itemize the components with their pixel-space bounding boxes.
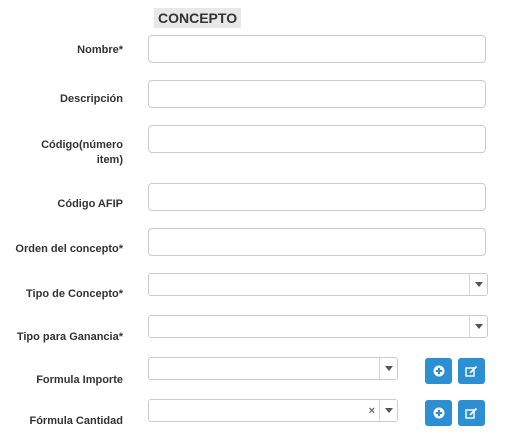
formula-cantidad-select[interactable]: × — [148, 399, 398, 422]
tipo-concepto-label: Tipo de Concepto* — [26, 288, 123, 300]
codigo-afip-input[interactable] — [148, 183, 486, 211]
orden-label: Orden del concepto* — [15, 243, 123, 255]
chevron-down-icon[interactable] — [469, 274, 487, 295]
chevron-down-icon[interactable] — [469, 316, 487, 337]
edit-icon — [465, 365, 478, 377]
tipo-ganancia-select[interactable] — [148, 315, 488, 338]
chevron-down-icon[interactable] — [379, 358, 397, 379]
codigo-afip-label: Código AFIP — [57, 198, 123, 210]
edit-icon — [465, 407, 478, 419]
edit-formula-importe-button[interactable] — [458, 358, 485, 384]
descripcion-label: Descripción — [60, 93, 123, 105]
nombre-input[interactable] — [148, 35, 486, 63]
formula-importe-label: Formula Importe — [36, 374, 123, 386]
formula-cantidad-label: Fórmula Cantidad — [29, 415, 123, 427]
plus-circle-icon — [433, 365, 444, 377]
descripcion-input[interactable] — [148, 80, 486, 108]
chevron-down-icon[interactable] — [379, 400, 397, 421]
formula-importe-select[interactable] — [148, 357, 398, 380]
add-formula-importe-button[interactable] — [425, 358, 452, 384]
orden-input[interactable] — [148, 228, 486, 256]
tipo-concepto-select[interactable] — [148, 273, 488, 296]
add-formula-cantidad-button[interactable] — [425, 400, 452, 426]
form-title: CONCEPTO — [154, 8, 242, 28]
edit-formula-cantidad-button[interactable] — [458, 400, 485, 426]
tipo-ganancia-label: Tipo para Ganancia* — [16, 331, 123, 343]
clear-icon[interactable]: × — [369, 400, 375, 421]
plus-circle-icon — [433, 407, 444, 419]
nombre-label: Nombre* — [77, 44, 123, 56]
codigo-label-line1: Código(número — [41, 139, 123, 151]
codigo-label: Código(número item) — [1, 138, 123, 168]
codigo-input[interactable] — [148, 125, 486, 153]
codigo-label-line2: item) — [96, 154, 123, 166]
